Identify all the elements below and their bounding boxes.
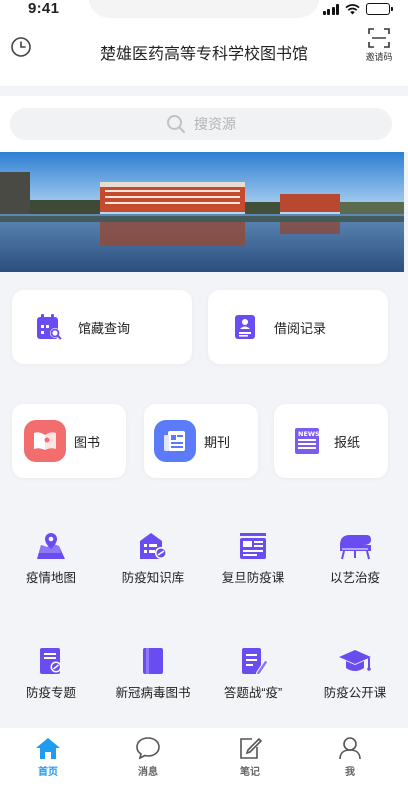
borrow-record-card[interactable]: 借阅记录: [208, 290, 388, 364]
wifi-icon: [345, 3, 360, 14]
search-placeholder: 搜资源: [194, 116, 236, 132]
tab-home[interactable]: 首页: [18, 736, 78, 778]
covid-books-label: 新冠病毒图书: [115, 686, 191, 700]
svg-text:NEWS: NEWS: [298, 430, 320, 438]
signal-icon: [322, 3, 339, 15]
knowledge-icon: [140, 533, 167, 559]
search-input[interactable]: 搜资源: [10, 108, 392, 140]
record-icon: [235, 315, 255, 339]
journal-icon: [154, 420, 196, 462]
status-time: 9:41: [28, 0, 60, 17]
search-icon: [167, 115, 186, 134]
books-label: 图书: [74, 434, 101, 450]
home-icon: [36, 738, 60, 759]
epidemic-topic-item[interactable]: 防疫专题: [2, 646, 100, 702]
notch: [88, 0, 320, 18]
book-icon: [24, 420, 66, 462]
tab-notes[interactable]: 笔记: [220, 736, 280, 778]
user-icon: [339, 737, 361, 760]
invite-code-button[interactable]: 邀请码: [364, 28, 394, 63]
journals-card[interactable]: 期刊: [144, 404, 258, 478]
art-therapy-item[interactable]: 以艺治疫: [306, 531, 404, 587]
battery-icon: [366, 3, 393, 15]
art-therapy-label: 以艺治疫: [329, 571, 380, 585]
campus-photo: [0, 152, 404, 272]
newspapers-card[interactable]: NEWS 报纸: [274, 404, 388, 478]
tab-messages[interactable]: 消息: [118, 736, 178, 778]
books-icon: [143, 648, 163, 674]
tab-home-label: 首页: [38, 767, 58, 778]
quiz-label: 答题战“疫”: [223, 686, 283, 700]
fudan-course-item[interactable]: 复旦防疫课: [204, 531, 302, 587]
piano-icon: [340, 535, 371, 560]
collection-search-card[interactable]: 馆藏查询: [12, 290, 192, 364]
books-card[interactable]: 图书: [12, 404, 126, 478]
campus-banner[interactable]: [0, 152, 404, 272]
message-icon: [136, 737, 160, 760]
knowledge-base-label: 防疫知识库: [121, 571, 185, 585]
tab-me-label: 我: [345, 767, 355, 778]
quiz-item[interactable]: 答题战“疫”: [204, 646, 302, 702]
calendar-search-icon: [37, 314, 62, 340]
tab-messages-label: 消息: [138, 767, 158, 778]
topic-icon: [40, 648, 62, 674]
fudan-course-label: 复旦防疫课: [221, 571, 285, 585]
status-icons: [322, 3, 393, 15]
collection-search-label: 馆藏查询: [78, 320, 131, 336]
graduation-cap-icon: [339, 650, 371, 671]
open-course-label: 防疫公开课: [323, 686, 387, 700]
open-course-item[interactable]: 防疫公开课: [306, 646, 404, 702]
knowledge-base-item[interactable]: 防疫知识库: [104, 531, 202, 587]
note-icon: [240, 737, 263, 759]
status-bar: 9:41: [0, 0, 408, 22]
header: 楚雄医药高等专科学校图书馆 邀请码: [0, 22, 408, 86]
borrow-record-label: 借阅记录: [274, 320, 327, 336]
journals-label: 期刊: [204, 434, 231, 450]
tab-me[interactable]: 我: [320, 736, 380, 778]
invite-code-label: 邀请码: [365, 52, 393, 62]
tab-bar: 首页 消息 笔记 我: [0, 728, 408, 792]
covid-books-item[interactable]: 新冠病毒图书: [104, 646, 202, 702]
newspapers-label: 报纸: [334, 434, 361, 450]
epidemic-map-item[interactable]: 疫情地图: [2, 531, 100, 587]
search-area: 搜资源: [0, 96, 408, 152]
tab-notes-label: 笔记: [240, 767, 260, 778]
epidemic-map-label: 疫情地图: [25, 571, 76, 585]
map-icon: [37, 533, 65, 559]
scan-icon: [368, 28, 390, 48]
page-title: 楚雄医药高等专科学校图书馆: [99, 46, 308, 63]
course-icon: [240, 533, 266, 559]
epidemic-topic-label: 防疫专题: [25, 686, 76, 700]
quiz-icon: [242, 648, 269, 676]
newspaper-icon: NEWS: [295, 428, 320, 454]
